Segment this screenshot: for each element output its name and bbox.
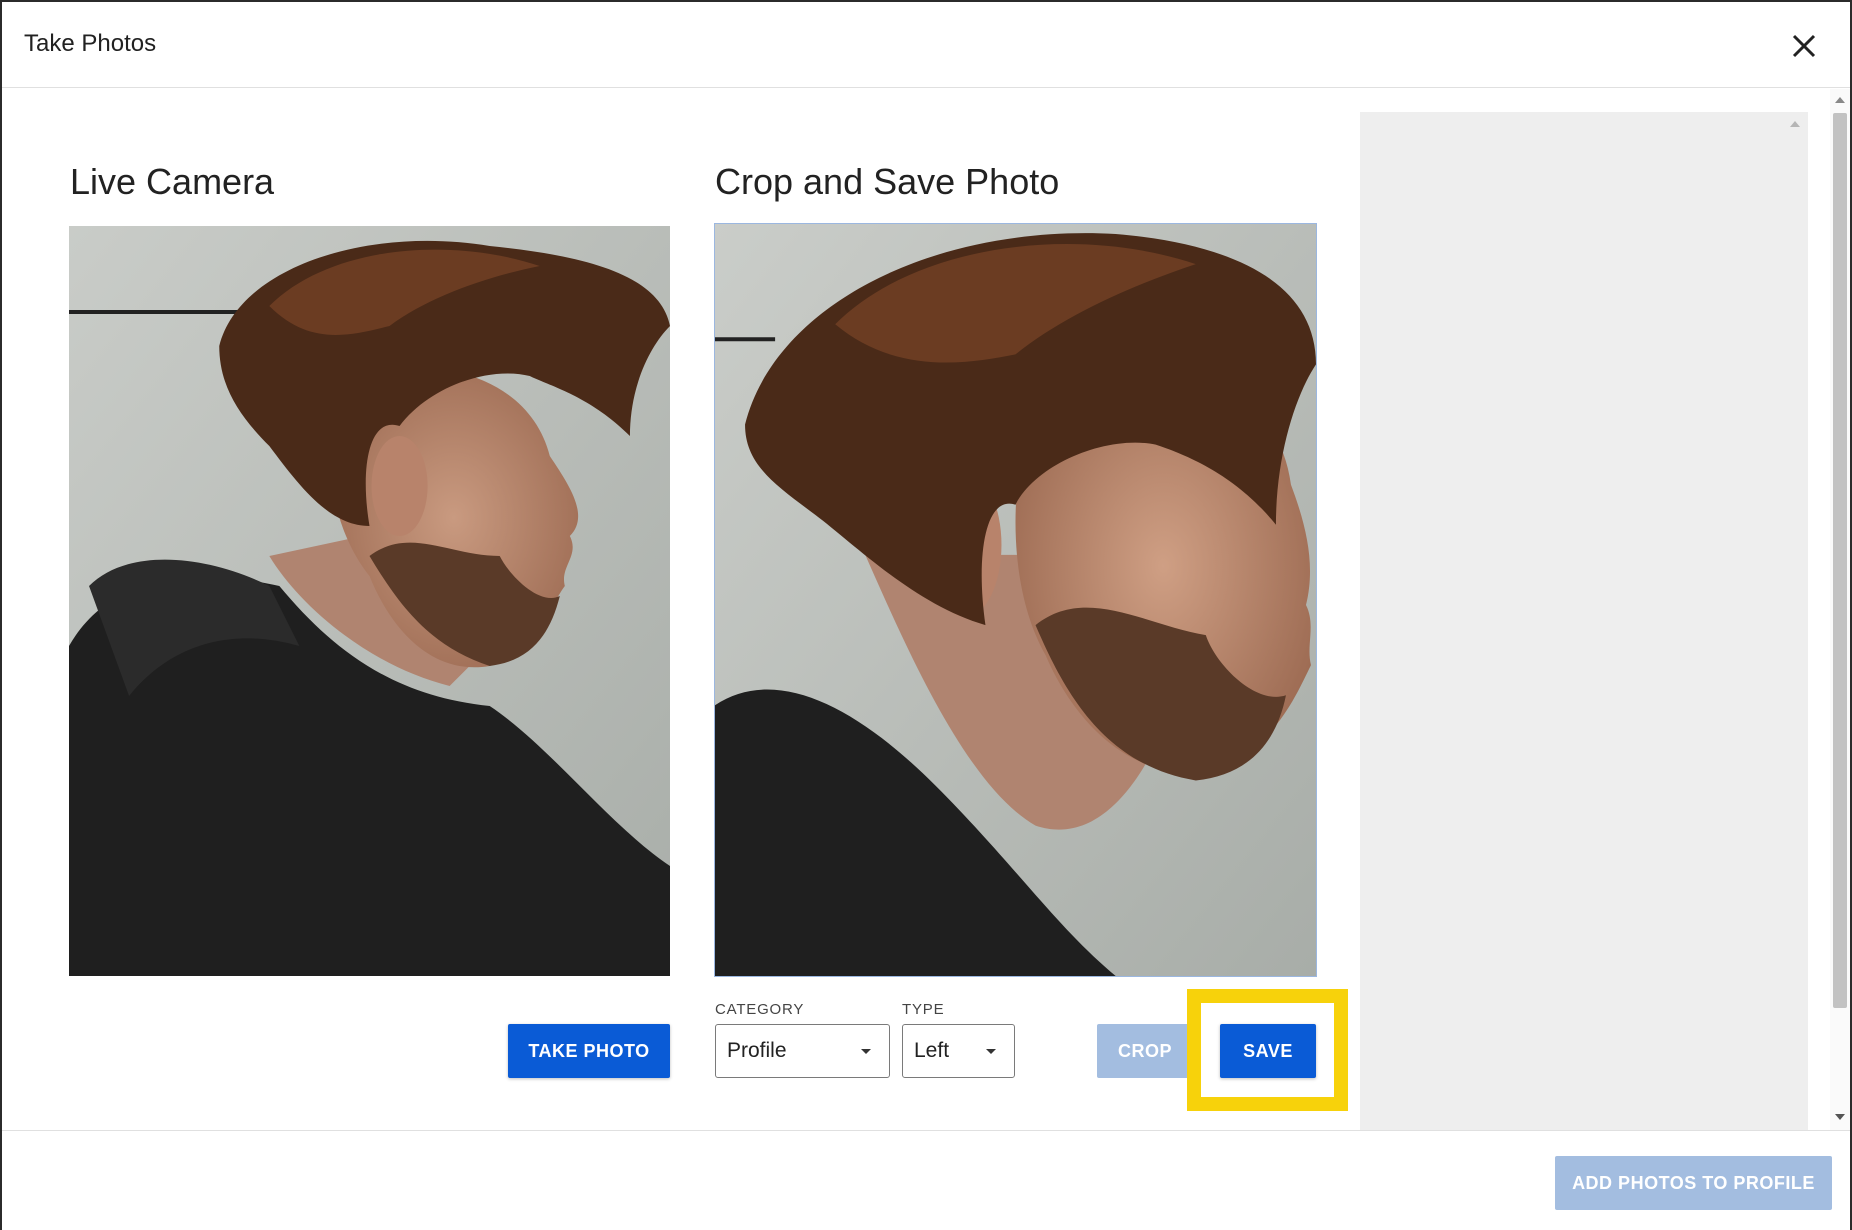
crop-photo-preview[interactable] <box>714 223 1317 977</box>
take-photos-dialog: Take Photos Live Camera TAKE PHOTO Crop … <box>0 0 1852 1230</box>
chevron-down-icon <box>986 1049 996 1054</box>
type-value: Left <box>914 1039 950 1062</box>
scroll-thumb[interactable] <box>1833 113 1847 1008</box>
take-photo-button[interactable]: TAKE PHOTO <box>508 1024 670 1078</box>
category-label: CATEGORY <box>715 1001 805 1018</box>
close-icon <box>1792 34 1816 58</box>
crop-save-title: Crop and Save Photo <box>715 161 1060 202</box>
live-camera-feed <box>69 226 670 976</box>
type-label: TYPE <box>902 1001 945 1018</box>
category-value: Profile <box>727 1039 787 1062</box>
save-button[interactable]: SAVE <box>1220 1024 1316 1078</box>
scroll-up-icon[interactable] <box>1835 97 1845 103</box>
chevron-down-icon <box>861 1049 871 1054</box>
dialog-body: Live Camera TAKE PHOTO Crop and Save Pho… <box>2 89 1850 1131</box>
dialog-header: Take Photos <box>2 2 1850 88</box>
dialog-title: Take Photos <box>24 30 157 57</box>
photo-list-panel <box>1360 112 1808 1130</box>
scroll-down-icon[interactable] <box>1835 1114 1845 1120</box>
type-select[interactable]: Left <box>902 1024 1015 1078</box>
live-camera-title: Live Camera <box>70 161 275 202</box>
dialog-footer: ADD PHOTOS TO PROFILE <box>2 1130 1850 1230</box>
close-button[interactable] <box>1784 26 1824 66</box>
crop-button[interactable]: CROP <box>1097 1024 1193 1078</box>
inner-scroll-up-icon[interactable] <box>1790 121 1800 127</box>
add-photos-to-profile-button[interactable]: ADD PHOTOS TO PROFILE <box>1555 1156 1832 1210</box>
category-select[interactable]: Profile <box>715 1024 890 1078</box>
